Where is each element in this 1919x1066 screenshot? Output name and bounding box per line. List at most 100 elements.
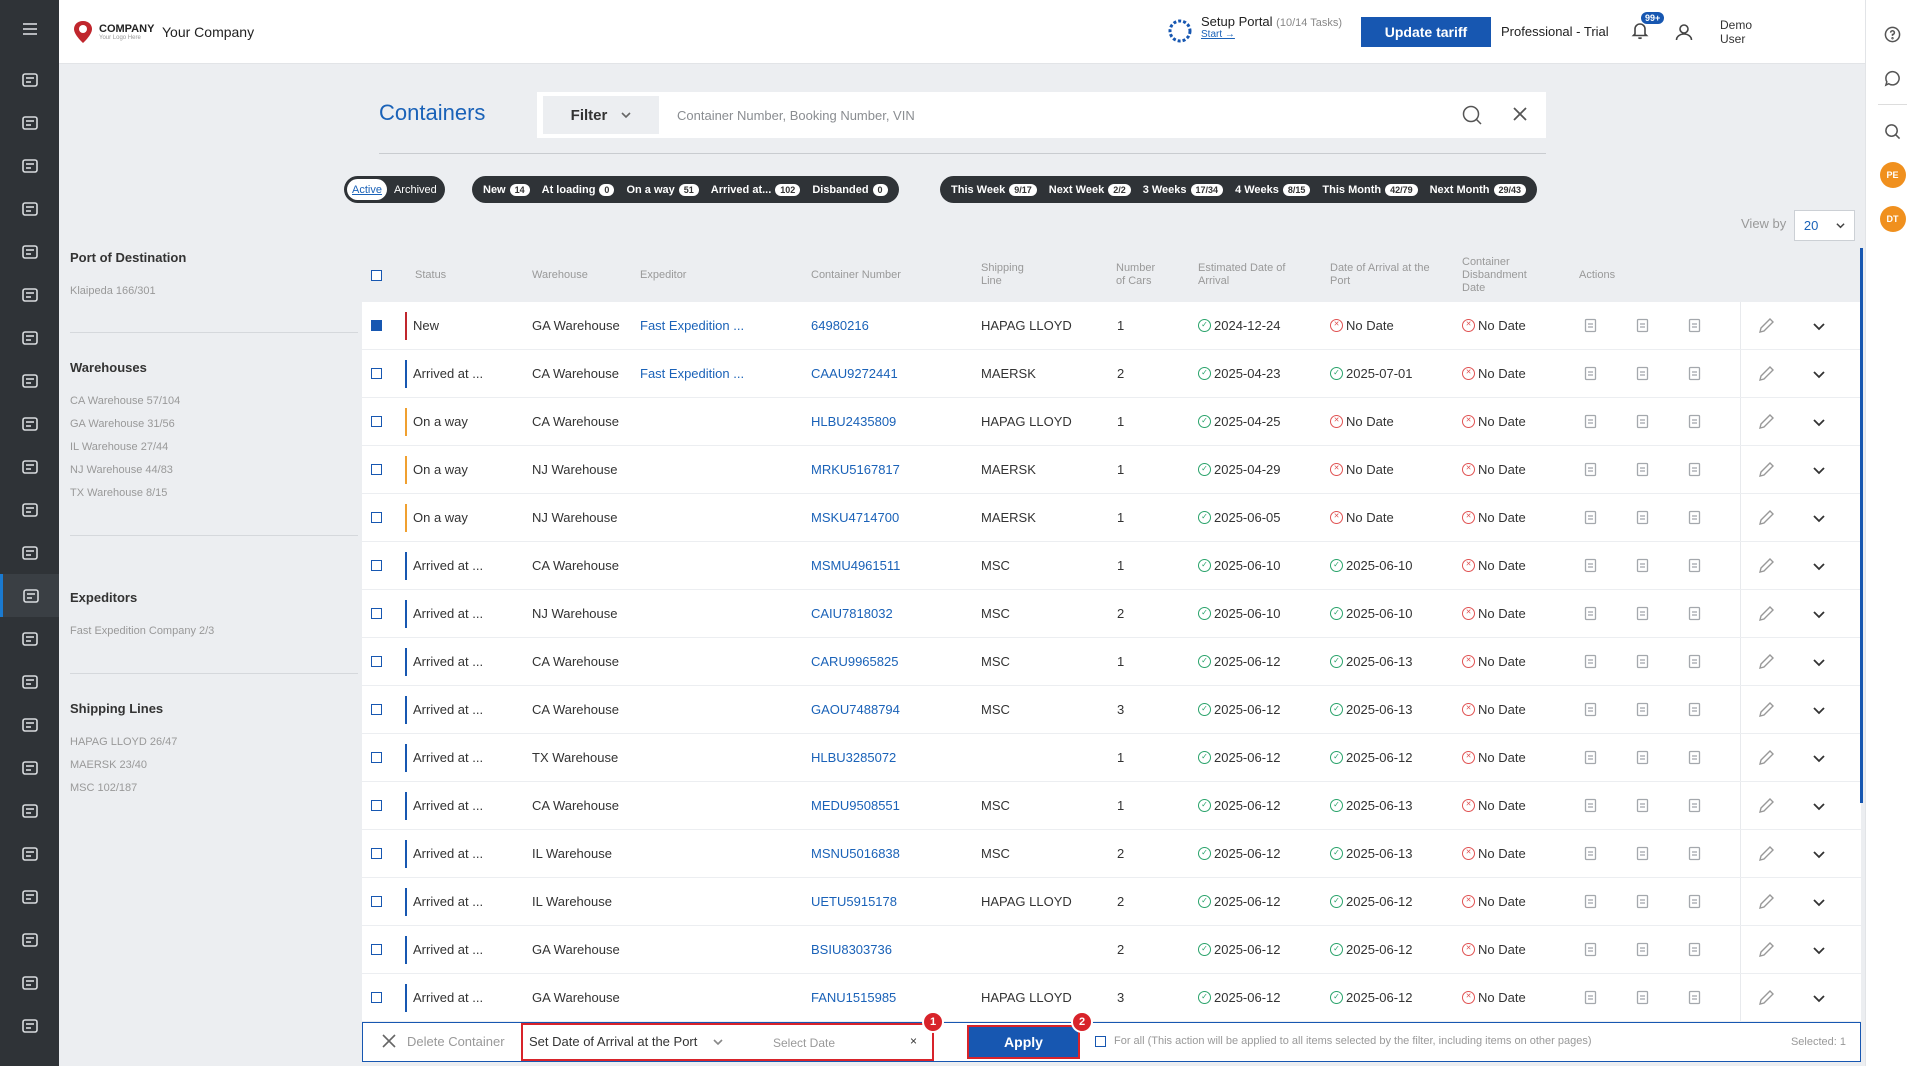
row-action-document[interactable]	[1583, 350, 1598, 397]
edit-button[interactable]	[1740, 542, 1790, 589]
expand-row-button[interactable]	[1812, 830, 1826, 877]
status-filter-3[interactable]: Arrived at... 102	[706, 179, 806, 200]
row-action-export[interactable]	[1687, 974, 1702, 1021]
row-action-document[interactable]	[1583, 734, 1598, 781]
edit-button[interactable]	[1740, 974, 1790, 1021]
filter-option[interactable]: IL Warehouse 27/44	[70, 441, 358, 453]
sidebar-item-archive[interactable]	[0, 1004, 59, 1047]
filter-dropdown[interactable]: Filter	[543, 96, 659, 134]
container-number-link[interactable]: MSNU5016838	[811, 830, 900, 877]
col-shipping-line[interactable]: Shipping Line	[981, 248, 1041, 302]
col-container-number[interactable]: Container Number	[811, 248, 901, 302]
table-row[interactable]: Arrived at ... TX Warehouse HLBU3285072 1 20…	[362, 734, 1861, 781]
sidebar-item-containers[interactable]	[0, 574, 59, 617]
container-number-link[interactable]: GAOU7488794	[811, 686, 900, 733]
sidebar-item-routes[interactable]	[0, 144, 59, 187]
clear-date-button[interactable]: ×	[910, 1034, 917, 1048]
edit-button[interactable]	[1740, 734, 1790, 781]
for-all-checkbox[interactable]	[1095, 1035, 1106, 1047]
row-checkbox[interactable]	[371, 494, 382, 541]
expeditor-link[interactable]: Fast Expedition ...	[640, 350, 744, 397]
container-number-link[interactable]: MSMU4961511	[811, 542, 900, 589]
col-warehouse[interactable]: Warehouse	[532, 248, 588, 302]
row-action-document[interactable]	[1583, 638, 1598, 685]
container-number-link[interactable]: BSIU8303736	[811, 926, 892, 973]
filter-option[interactable]: Klaipeda 166/301	[70, 285, 358, 297]
col-eta[interactable]: Estimated Date of Arrival	[1198, 248, 1298, 302]
status-filter-2[interactable]: On a way 51	[621, 179, 703, 200]
status-filter-0[interactable]: New 14	[478, 179, 535, 200]
expand-row-button[interactable]	[1812, 302, 1826, 349]
row-action-route[interactable]	[1635, 494, 1650, 541]
expand-row-button[interactable]	[1812, 542, 1826, 589]
row-action-document[interactable]	[1583, 974, 1598, 1021]
sidebar-item-documents[interactable]	[0, 703, 59, 746]
global-search-button[interactable]	[1866, 109, 1919, 153]
col-disbandment-date[interactable]: Container Disbandment Date	[1462, 248, 1552, 302]
row-action-export[interactable]	[1687, 830, 1702, 877]
row-checkbox[interactable]	[371, 926, 382, 973]
sidebar-item-team[interactable]	[0, 789, 59, 832]
sidebar-item-reports[interactable]	[0, 875, 59, 918]
row-checkbox[interactable]	[371, 734, 382, 781]
sidebar-item-calendar[interactable]	[0, 187, 59, 230]
tab-archived[interactable]: Archived	[389, 179, 442, 200]
row-action-document[interactable]	[1583, 686, 1598, 733]
sidebar-item-port[interactable]	[0, 617, 59, 660]
sidebar-item-gavel[interactable]	[0, 488, 59, 531]
edit-button[interactable]	[1740, 686, 1790, 733]
edit-button[interactable]	[1740, 638, 1790, 685]
container-number-link[interactable]: FANU1515985	[811, 974, 896, 1021]
user-avatar[interactable]	[1674, 22, 1694, 45]
row-checkbox[interactable]	[371, 638, 382, 685]
row-checkbox[interactable]	[371, 302, 382, 349]
row-action-export[interactable]	[1687, 542, 1702, 589]
select-date-input[interactable]	[773, 1033, 923, 1053]
filter-option[interactable]: Fast Expedition Company 2/3	[70, 625, 358, 637]
period-filter-2[interactable]: 3 Weeks 17/34	[1138, 179, 1228, 200]
row-action-document[interactable]	[1583, 830, 1598, 877]
edit-button[interactable]	[1740, 926, 1790, 973]
table-row[interactable]: Arrived at ... CA Warehouse GAOU7488794 MSC…	[362, 686, 1861, 733]
select-all-checkbox[interactable]	[371, 248, 382, 302]
table-row[interactable]: Arrived at ... CA Warehouse MSMU4961511 MSC…	[362, 542, 1861, 589]
row-checkbox[interactable]	[371, 686, 382, 733]
status-filter-4[interactable]: Disbanded 0	[807, 179, 892, 200]
period-filter-4[interactable]: This Month 42/79	[1317, 179, 1422, 200]
setup-portal[interactable]: Setup Portal (10/14 Tasks) Start →	[1167, 14, 1342, 44]
edit-button[interactable]	[1740, 446, 1790, 493]
row-action-route[interactable]	[1635, 782, 1650, 829]
company-logo[interactable]: COMPANY Your Logo Here	[73, 20, 154, 44]
sidebar-item-settings[interactable]	[0, 832, 59, 875]
row-action-route[interactable]	[1635, 446, 1650, 493]
search-input[interactable]	[677, 100, 1437, 130]
bulk-action-select[interactable]: Set Date of Arrival at the Port	[529, 1034, 723, 1049]
filter-option[interactable]: TX Warehouse 8/15	[70, 487, 358, 499]
sidebar-item-car[interactable]	[0, 230, 59, 273]
sidebar-item-invoice[interactable]	[0, 918, 59, 961]
edit-button[interactable]	[1740, 350, 1790, 397]
row-action-export[interactable]	[1687, 734, 1702, 781]
filter-option[interactable]: GA Warehouse 31/56	[70, 418, 358, 430]
container-number-link[interactable]: 64980216	[811, 302, 869, 349]
table-row[interactable]: Arrived at ... GA Warehouse BSIU8303736 2 20…	[362, 926, 1861, 973]
row-action-export[interactable]	[1687, 686, 1702, 733]
status-filter-1[interactable]: At loading 0	[537, 179, 620, 200]
table-row[interactable]: Arrived at ... IL Warehouse UETU5915178 HAP…	[362, 878, 1861, 925]
expand-row-button[interactable]	[1812, 926, 1826, 973]
notifications-button[interactable]: 99+	[1630, 12, 1665, 42]
filter-option[interactable]: NJ Warehouse 44/83	[70, 464, 358, 476]
table-row[interactable]: Arrived at ... GA Warehouse FANU1515985 HAP…	[362, 974, 1861, 1021]
sidebar-item-tax[interactable]	[0, 961, 59, 1004]
avatar-dt[interactable]: DT	[1866, 197, 1919, 241]
expeditor-link[interactable]: Fast Expedition ...	[640, 302, 744, 349]
expand-row-button[interactable]	[1812, 782, 1826, 829]
expand-row-button[interactable]	[1812, 494, 1826, 541]
table-row[interactable]: Arrived at ... IL Warehouse MSNU5016838 MSC…	[362, 830, 1861, 877]
update-tariff-button[interactable]: Update tariff	[1361, 17, 1491, 47]
expand-row-button[interactable]	[1812, 974, 1826, 1021]
table-row[interactable]: Arrived at ... NJ Warehouse CAIU7818032 MSC…	[362, 590, 1861, 637]
period-filter-3[interactable]: 4 Weeks 8/15	[1230, 179, 1315, 200]
user-name[interactable]: Demo User	[1720, 18, 1780, 46]
col-date-of-arrival[interactable]: Date of Arrival at the Port	[1330, 248, 1430, 302]
